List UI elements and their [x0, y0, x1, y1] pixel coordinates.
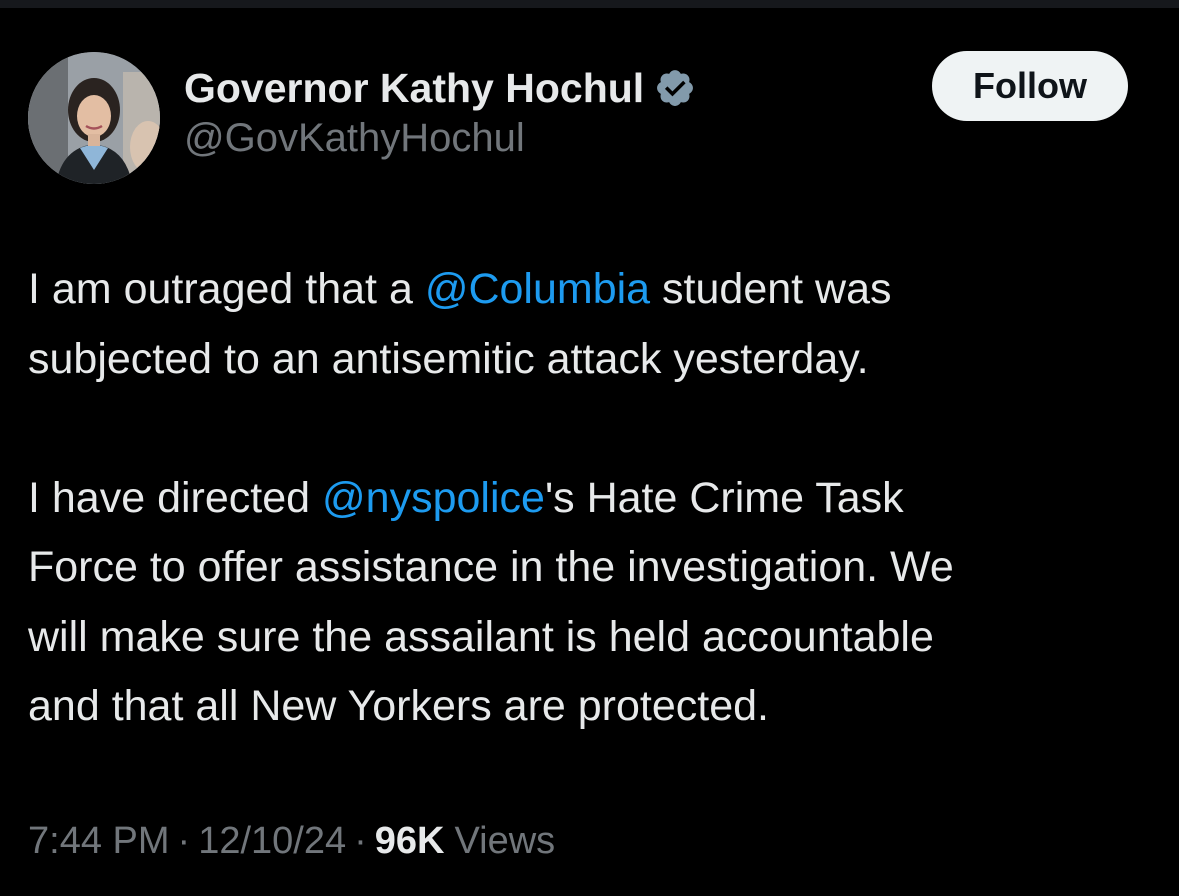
tweet-date[interactable]: 12/10/24 — [198, 820, 346, 863]
meta-separator: · — [177, 820, 191, 862]
author-name-row: Governor Kathy Hochul — [184, 60, 696, 116]
mention-link-nyspolice[interactable]: @nyspolice — [322, 474, 545, 522]
tweet-body: I am outraged that a @Columbia student w… — [28, 255, 1158, 742]
tweet-line: Force to offer assistance in the investi… — [28, 543, 954, 591]
avatar-photo — [28, 52, 160, 184]
tweet-line: I have directed @nyspolice's Hate Crime … — [28, 464, 1158, 534]
tweet-line: I am outraged that a @Columbia student w… — [28, 255, 1158, 325]
views-label[interactable]: Views — [454, 820, 555, 863]
tweet-text-span: student was — [650, 265, 892, 313]
author-handle[interactable]: @GovKathyHochul — [184, 116, 525, 161]
tweet-line: subjected to an antisemitic attack yeste… — [28, 334, 869, 383]
avatar[interactable] — [28, 52, 160, 184]
tweet-text-span: I have directed — [28, 473, 323, 522]
mention-link-columbia[interactable]: @Columbia — [425, 265, 650, 313]
views-count[interactable]: 96K — [375, 820, 445, 863]
top-divider — [0, 0, 1179, 8]
meta-separator: · — [354, 820, 367, 862]
tweet-meta: 7:44 PM · 12/10/24 · 96K Views — [28, 820, 555, 863]
follow-button[interactable]: Follow — [932, 51, 1128, 121]
author-display-name[interactable]: Governor Kathy Hochul — [184, 65, 644, 112]
tweet-time[interactable]: 7:44 PM — [28, 820, 170, 863]
tweet-line: will make sure the assailant is held acc… — [28, 612, 934, 661]
tweet-line: and that all New Yorkers are protected. — [28, 682, 769, 730]
tweet-text-span: I am outraged that a — [28, 265, 425, 313]
tweet-text-span: 's Hate Crime Task — [544, 473, 904, 522]
verified-badge-icon[interactable] — [654, 67, 696, 109]
